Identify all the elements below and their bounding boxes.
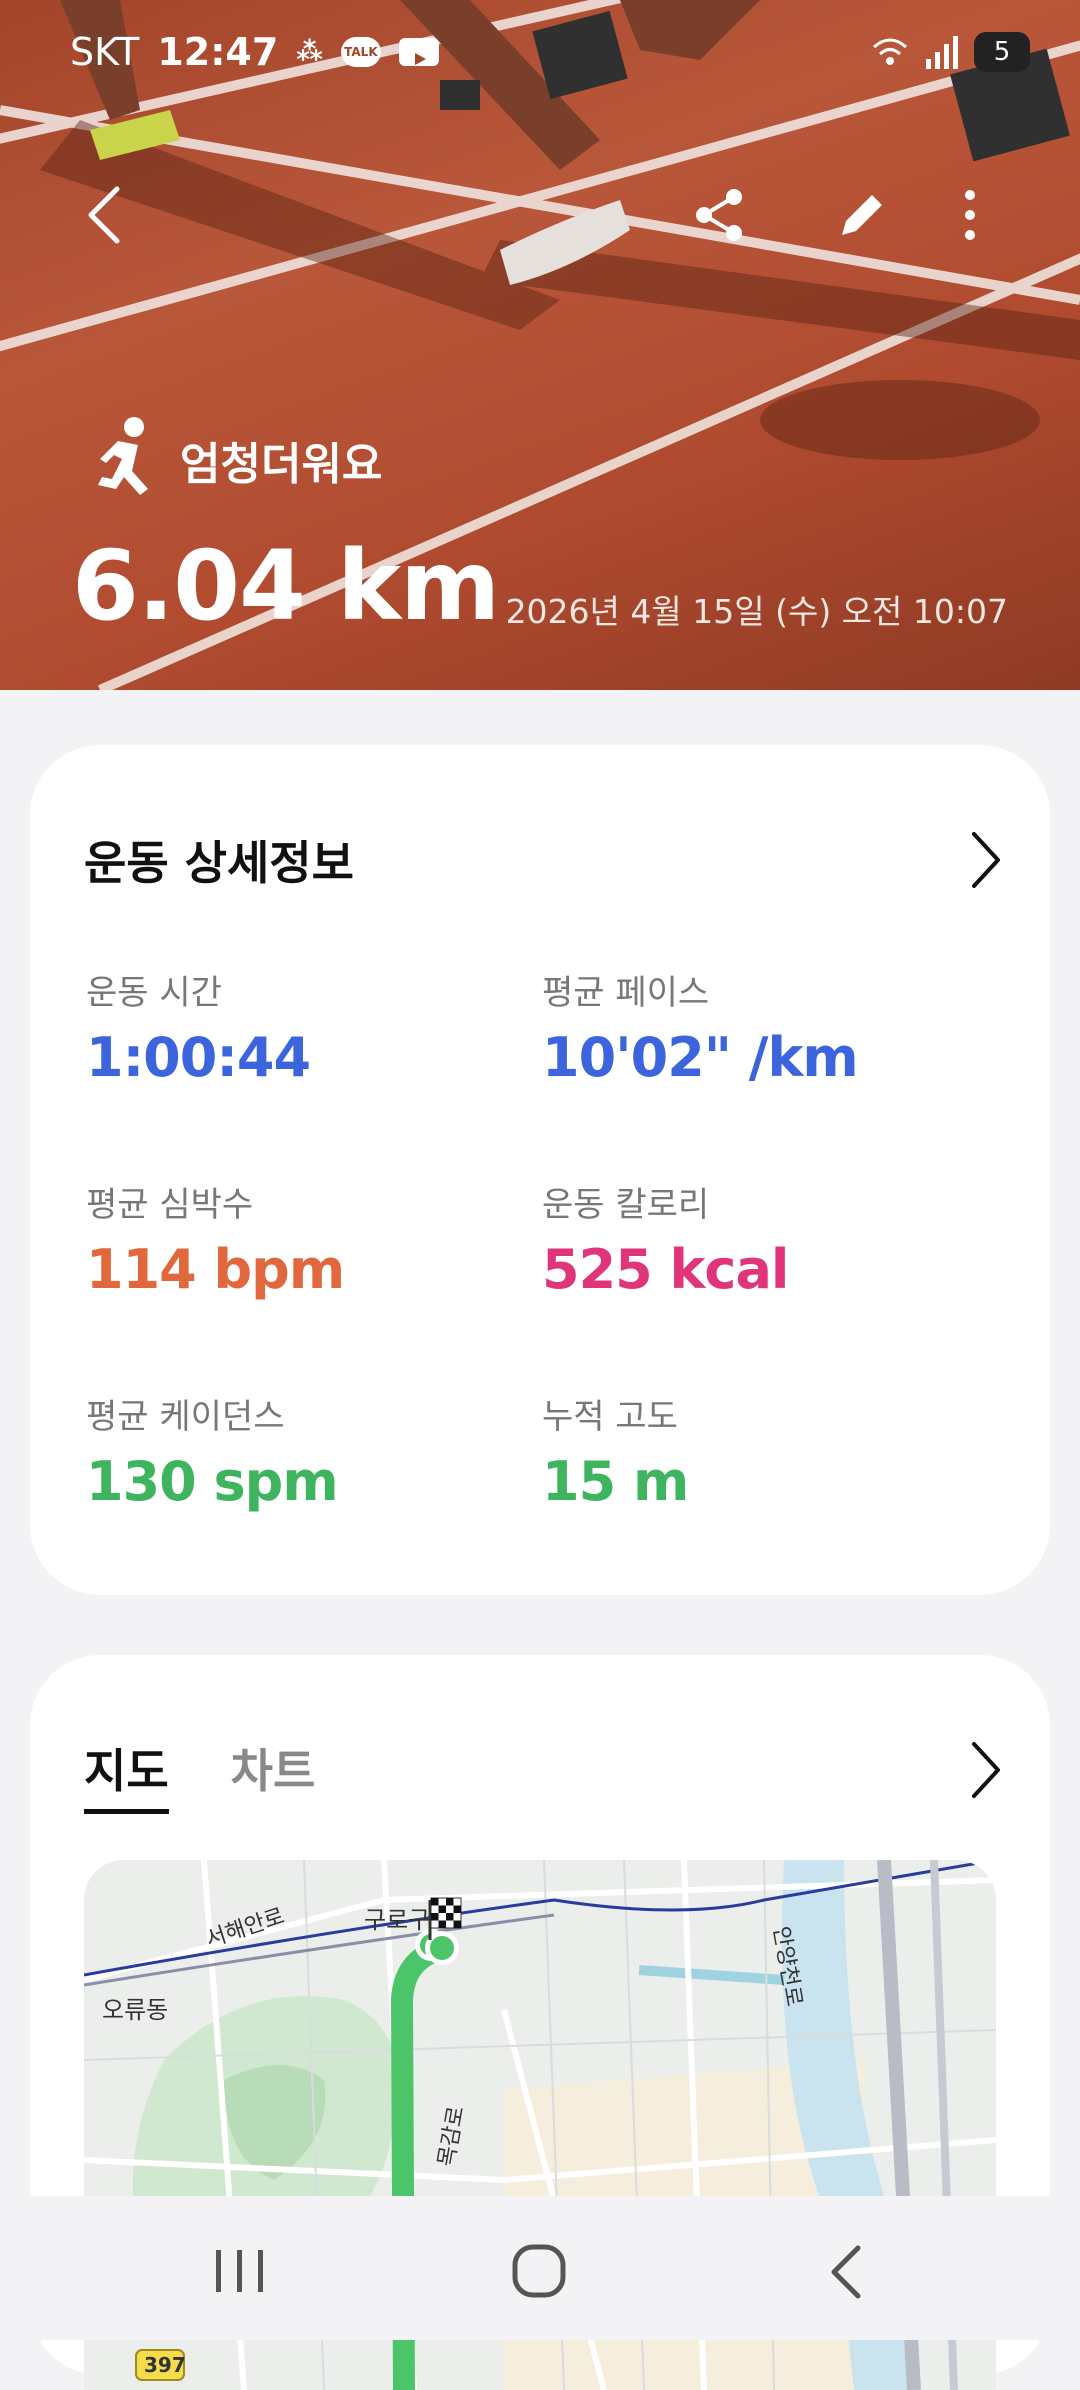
metric-calories: 운동 칼로리 525 kcal: [542, 1177, 789, 1301]
back-nav-button[interactable]: [826, 2244, 866, 2304]
details-title: 운동 상세정보: [84, 836, 354, 890]
signal-icon: [926, 36, 958, 69]
metric-label: 운동 칼로리: [542, 1185, 710, 1225]
metric-value: 114 bpm: [86, 1238, 345, 1301]
wifi-icon: [873, 38, 907, 65]
battery-level: 5: [993, 37, 1011, 67]
metric-label: 평균 케이던스: [86, 1397, 285, 1437]
metric-value: 15 m: [542, 1450, 689, 1513]
metric-cadence: 평균 케이던스 130 spm: [86, 1389, 339, 1513]
battery-icon: 5: [974, 32, 1030, 72]
home-button[interactable]: [510, 2244, 570, 2302]
map-more-button[interactable]: [968, 1740, 1004, 1804]
metric-value: 10'02" /km: [542, 1026, 859, 1089]
talk-icon: TALK: [340, 37, 381, 67]
pencil-icon: [842, 195, 882, 235]
distance-value: 6.04 km: [72, 530, 500, 642]
edit-button[interactable]: [822, 175, 902, 255]
carrier-label: SKT: [70, 30, 140, 74]
more-vertical-icon: [965, 190, 975, 240]
activity-label: 엄청더워요: [180, 439, 383, 490]
home-icon: [512, 2244, 566, 2298]
metric-label: 운동 시간: [86, 973, 222, 1013]
map-chart-tabs: 지도 차트: [84, 1735, 315, 1814]
tab-map[interactable]: 지도: [84, 1735, 169, 1814]
chevron-right-icon: [972, 1742, 1000, 1798]
details-more-button[interactable]: [968, 830, 1004, 894]
route-number-badge: 397: [144, 2353, 186, 2377]
back-button[interactable]: [65, 175, 145, 255]
share-icon: [696, 189, 742, 241]
metric-value: 1:00:44: [86, 1026, 311, 1089]
more-button[interactable]: [930, 175, 1010, 255]
status-bar: SKT 12:47 ⁂ TALK 5: [0, 0, 1080, 110]
metric-label: 누적 고도: [542, 1397, 678, 1437]
metric-label: 평균 심박수: [86, 1185, 254, 1225]
recent-apps-icon: [216, 2250, 263, 2292]
metric-heart-rate: 평균 심박수 114 bpm: [86, 1177, 345, 1301]
hero-banner: SKT 12:47 ⁂ TALK 5 엄청더워요 6.04 km 2026년 4…: [0, 0, 1080, 690]
metric-pace: 평균 페이스 10'02" /km: [542, 965, 859, 1089]
metric-label: 평균 페이스: [542, 973, 710, 1013]
chevron-left-icon: [831, 2245, 861, 2299]
metric-value: 525 kcal: [542, 1238, 789, 1301]
workout-details-card[interactable]: 운동 상세정보 운동 시간 1:00:44 평균 페이스 10'02" /km …: [30, 745, 1050, 1595]
notification-icon: ⁂: [296, 37, 323, 67]
workout-datetime: 2026년 4월 15일 (수) 오전 10:07: [505, 592, 1008, 631]
recent-apps-button[interactable]: [210, 2246, 270, 2300]
tab-chart[interactable]: 차트: [231, 1735, 316, 1814]
clock: 12:47: [157, 30, 279, 74]
map-label-district: 구로구: [364, 1906, 431, 1934]
youtube-icon: [398, 38, 439, 66]
system-navigation-bar: [0, 2196, 1080, 2340]
metric-duration: 운동 시간 1:00:44: [86, 965, 311, 1089]
activity-type: 엄청더워요: [88, 415, 382, 505]
running-person-icon: [98, 417, 148, 495]
back-arrow-icon: [88, 186, 120, 244]
share-button[interactable]: [680, 175, 760, 255]
metric-elevation: 누적 고도 15 m: [542, 1389, 689, 1513]
map-label-area: 오류동: [102, 1996, 169, 2024]
chevron-right-icon: [972, 832, 1000, 888]
metric-value: 130 spm: [86, 1450, 339, 1513]
